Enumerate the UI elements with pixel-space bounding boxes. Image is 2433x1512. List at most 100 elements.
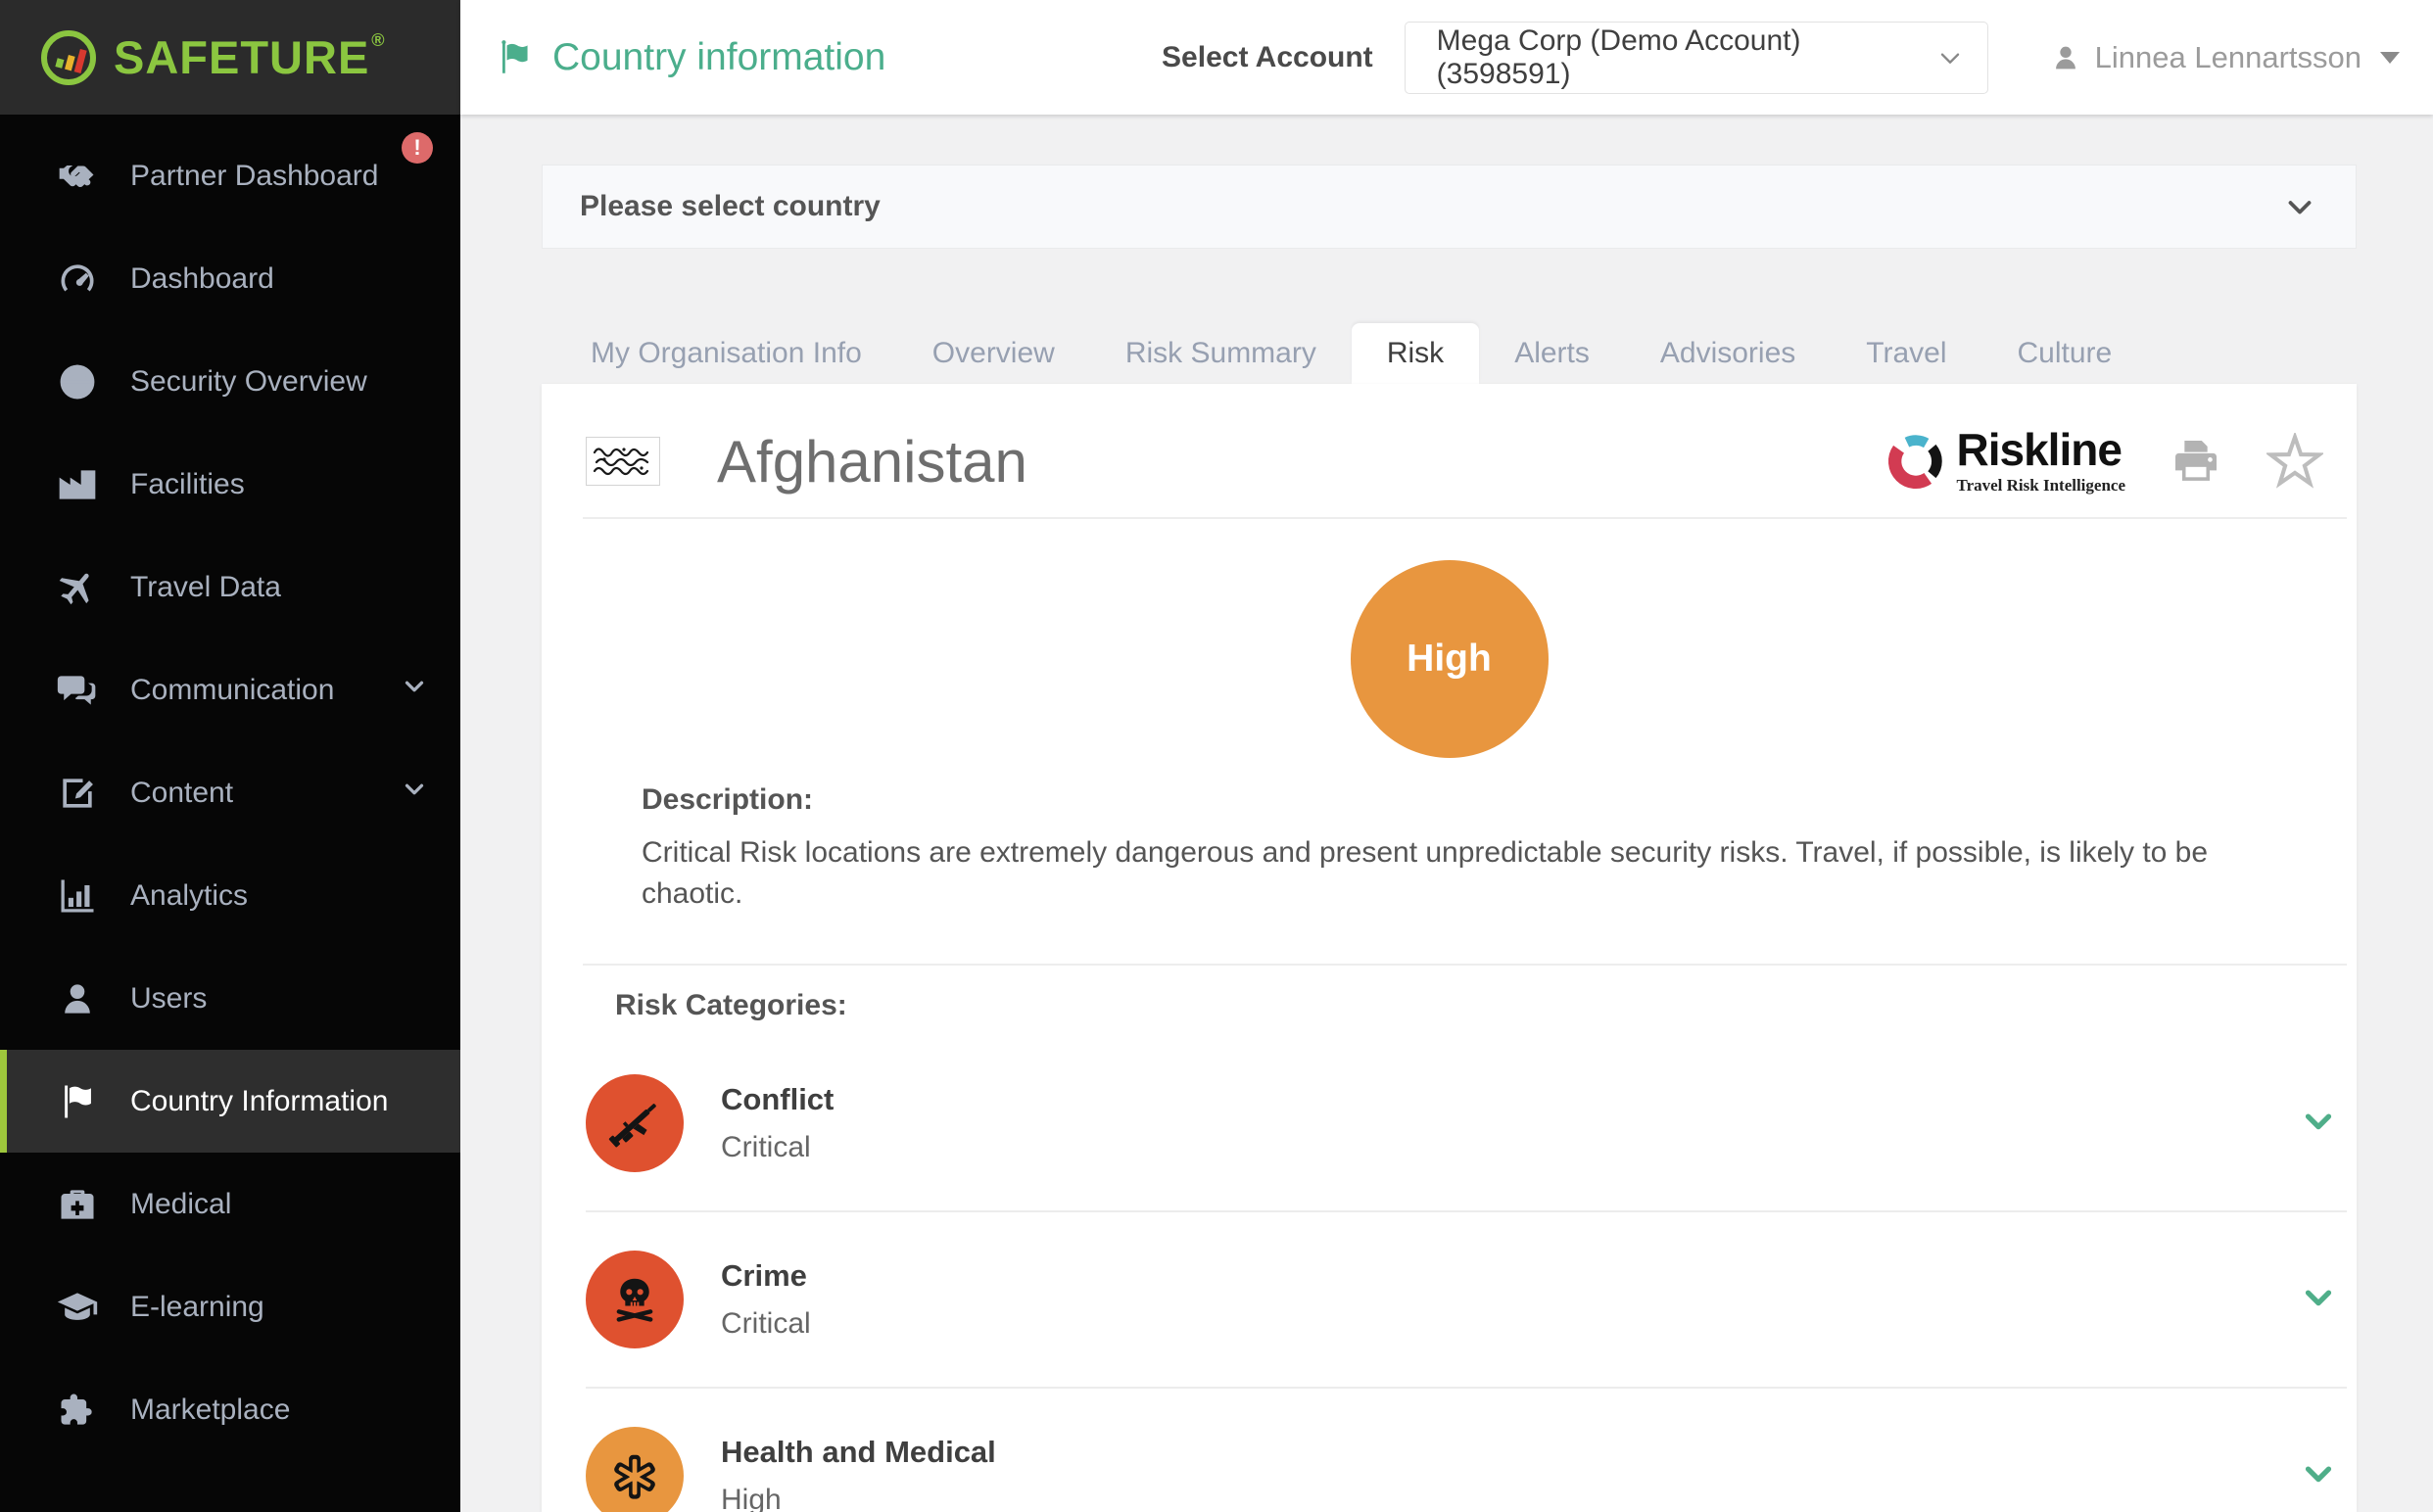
tab-bar: My Organisation Info Overview Risk Summa… xyxy=(542,323,2357,384)
sidebar-item-label: Content xyxy=(130,777,233,810)
category-level: Critical xyxy=(721,1131,834,1164)
sidebar-item-country-information[interactable]: Country Information xyxy=(0,1050,460,1153)
sidebar-item-label: Facilities xyxy=(130,468,245,501)
brand-name: SAFETURE® xyxy=(114,30,386,84)
risk-categories-label: Risk Categories: xyxy=(542,966,2357,1022)
risk-categories-list: Conflict Critical xyxy=(542,1036,2357,1512)
sidebar-item-content[interactable]: Content xyxy=(0,741,460,844)
sidebar: SAFETURE® Partner Dashboard ! Dashboard xyxy=(0,0,460,1512)
bar-chart-icon xyxy=(54,873,101,920)
tab-alerts[interactable]: Alerts xyxy=(1479,323,1625,384)
category-name: Health and Medical xyxy=(721,1435,996,1470)
safeture-app: SAFETURE® Partner Dashboard ! Dashboard xyxy=(0,0,2433,1512)
page-title: Country information xyxy=(496,36,885,79)
safeture-logo[interactable]: SAFETURE® xyxy=(0,0,460,115)
tab-risk[interactable]: Risk xyxy=(1352,323,1479,384)
account-select-value: Mega Corp (Demo Account) (3598591) xyxy=(1437,24,1934,91)
alert-badge: ! xyxy=(402,132,433,164)
star-icon xyxy=(2266,433,2323,490)
plane-icon xyxy=(54,564,101,611)
chevron-down-icon[interactable] xyxy=(2298,1277,2339,1323)
sidebar-item-facilities[interactable]: Facilities xyxy=(0,433,460,536)
safeture-logo-icon xyxy=(39,28,98,87)
category-level: High xyxy=(721,1484,996,1512)
sidebar-item-communication[interactable]: Communication xyxy=(0,638,460,741)
user-name: Linnea Lennartsson xyxy=(2095,40,2361,75)
user-icon xyxy=(2049,41,2082,74)
sidebar-item-label: Analytics xyxy=(130,879,248,913)
chevron-down-icon xyxy=(400,672,429,709)
edit-icon xyxy=(54,770,101,817)
user-menu[interactable]: Linnea Lennartsson xyxy=(2049,40,2400,75)
sidebar-item-e-learning[interactable]: E-learning xyxy=(0,1255,460,1358)
printer-icon xyxy=(2169,434,2223,489)
factory-icon xyxy=(54,461,101,508)
tab-risk-summary[interactable]: Risk Summary xyxy=(1090,323,1352,384)
description-label: Description: xyxy=(642,783,2298,817)
medkit-icon xyxy=(54,1181,101,1228)
description-text: Critical Risk locations are extremely da… xyxy=(642,832,2298,915)
favorite-button[interactable] xyxy=(2266,433,2323,490)
account-select[interactable]: Mega Corp (Demo Account) (3598591) xyxy=(1405,22,1988,94)
tab-travel[interactable]: Travel xyxy=(1831,323,1981,384)
country-header: Afghanistan Riskline Travel Risk Intelli xyxy=(542,384,2357,496)
riskline-logo: Riskline Travel Risk Intelligence xyxy=(1884,427,2126,496)
afghanistan-flag xyxy=(586,437,660,486)
sidebar-item-label: Travel Data xyxy=(130,571,281,604)
print-button[interactable] xyxy=(2169,434,2223,489)
flag-icon xyxy=(496,37,537,78)
sidebar-item-label: Partner Dashboard xyxy=(130,160,378,193)
sidebar-item-label: Country Information xyxy=(130,1085,388,1118)
star-of-life-icon xyxy=(586,1427,684,1512)
category-name: Conflict xyxy=(721,1082,834,1117)
sidebar-item-label: E-learning xyxy=(130,1291,264,1324)
country-name: Afghanistan xyxy=(717,428,1027,496)
sidebar-item-marketplace[interactable]: Marketplace xyxy=(0,1358,460,1461)
divider xyxy=(583,517,2347,519)
rifle-icon xyxy=(586,1074,684,1172)
main-area: Country information Select Account Mega … xyxy=(460,0,2433,1512)
top-bar: Country information Select Account Mega … xyxy=(460,0,2433,115)
sidebar-item-partner-dashboard[interactable]: Partner Dashboard ! xyxy=(0,124,460,227)
flag-icon xyxy=(54,1078,101,1125)
sidebar-item-users[interactable]: Users xyxy=(0,947,460,1050)
risk-description: Description: Critical Risk locations are… xyxy=(542,758,2357,915)
sidebar-item-label: Dashboard xyxy=(130,262,274,296)
comments-icon xyxy=(54,667,101,714)
graduation-cap-icon xyxy=(54,1284,101,1331)
country-picker[interactable]: Please select country xyxy=(542,165,2357,249)
sidebar-item-dashboard[interactable]: Dashboard xyxy=(0,227,460,330)
gauge-icon xyxy=(54,256,101,303)
sidebar-item-label: Marketplace xyxy=(130,1394,290,1427)
risk-category-row-health-and-medical[interactable]: Health and Medical High xyxy=(586,1389,2347,1512)
globe-icon xyxy=(54,358,101,405)
chevron-down-icon xyxy=(400,775,429,812)
handshake-icon xyxy=(54,153,101,200)
sidebar-item-label: Communication xyxy=(130,674,334,707)
sidebar-item-label: Medical xyxy=(130,1188,231,1221)
sidebar-item-analytics[interactable]: Analytics xyxy=(0,844,460,947)
sidebar-item-medical[interactable]: Medical xyxy=(0,1153,460,1255)
sidebar-item-travel-data[interactable]: Travel Data xyxy=(0,536,460,638)
tab-advisories[interactable]: Advisories xyxy=(1625,323,1831,384)
tab-overview[interactable]: Overview xyxy=(897,323,1090,384)
risk-category-row-crime[interactable]: Crime Critical xyxy=(586,1212,2347,1389)
tab-culture[interactable]: Culture xyxy=(1982,323,2148,384)
sidebar-item-label: Security Overview xyxy=(130,365,367,399)
caret-down-icon xyxy=(2380,52,2400,64)
chevron-down-icon xyxy=(2281,188,2318,225)
skull-crossbones-icon xyxy=(586,1251,684,1348)
puzzle-icon xyxy=(54,1387,101,1434)
chevron-down-icon[interactable] xyxy=(2298,1101,2339,1147)
tab-my-organisation-info[interactable]: My Organisation Info xyxy=(555,323,897,384)
riskline-brand: Riskline xyxy=(1957,427,2126,472)
category-name: Crime xyxy=(721,1258,811,1294)
sidebar-menu: Partner Dashboard ! Dashboard Security O… xyxy=(0,115,460,1461)
content-area: Please select country My Organisation In… xyxy=(460,115,2433,1512)
country-picker-label: Please select country xyxy=(580,190,881,223)
risk-category-row-conflict[interactable]: Conflict Critical xyxy=(586,1036,2347,1212)
chevron-down-icon[interactable] xyxy=(2298,1453,2339,1499)
sidebar-item-security-overview[interactable]: Security Overview xyxy=(0,330,460,433)
select-account-label: Select Account xyxy=(1162,41,1373,74)
risk-level-badge: High xyxy=(1351,560,1549,758)
